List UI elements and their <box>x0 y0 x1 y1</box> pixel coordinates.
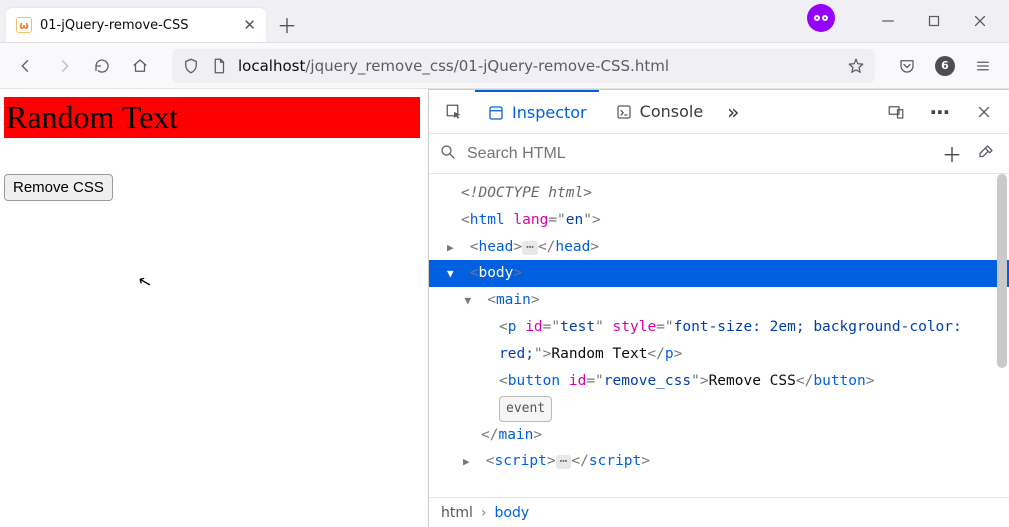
tab-inspector[interactable]: Inspector <box>475 90 599 133</box>
bookmark-star-icon[interactable] <box>847 57 865 75</box>
tab-console-label: Console <box>640 102 704 121</box>
window-controls <box>807 0 1003 42</box>
scrollbar[interactable] <box>997 174 1007 368</box>
search-icon <box>439 143 457 165</box>
forward-button[interactable] <box>48 50 80 82</box>
head-node[interactable]: ▶ <head>⋯</head> <box>429 234 1009 261</box>
title-bar: ω 01-jQuery-remove-CSS ✕ ＋ <box>0 0 1009 43</box>
extension-icon[interactable] <box>807 4 835 32</box>
breadcrumb-html[interactable]: html <box>441 505 473 521</box>
html-node[interactable]: <html lang="en"> <box>429 207 1009 234</box>
new-tab-button[interactable]: ＋ <box>272 9 302 39</box>
dom-tree[interactable]: <!DOCTYPE html> <html lang="en"> ▶ <head… <box>429 174 1009 497</box>
url-path: /jquery_remove_css/01-jQuery-remove-CSS.… <box>305 57 669 75</box>
breadcrumb-body[interactable]: body <box>495 505 530 521</box>
devtools-close-icon[interactable] <box>967 103 1001 121</box>
back-button[interactable] <box>10 50 42 82</box>
minimize-button[interactable] <box>865 0 911 42</box>
xampp-favicon-icon: ω <box>16 17 32 33</box>
document-icon <box>210 57 228 75</box>
close-tab-icon[interactable]: ✕ <box>243 16 256 34</box>
app-menu-icon[interactable] <box>967 50 999 82</box>
tabs-overflow-icon[interactable]: » <box>719 90 747 133</box>
body-node[interactable]: ▼ <body> <box>429 260 1009 287</box>
reload-button[interactable] <box>86 50 118 82</box>
responsive-design-icon[interactable] <box>879 103 913 121</box>
devtools-tabs: Inspector Console » ⋯ <box>429 90 1009 134</box>
element-picker-icon[interactable] <box>437 90 471 133</box>
close-window-button[interactable] <box>957 0 1003 42</box>
script-node[interactable]: ▶ <script>⋯</script> <box>429 448 1009 475</box>
tab-title: 01-jQuery-remove-CSS <box>40 18 235 33</box>
tab-console[interactable]: Console <box>603 90 716 133</box>
nav-toolbar: localhost/jquery_remove_css/01-jQuery-re… <box>0 43 1009 89</box>
browser-tab[interactable]: ω 01-jQuery-remove-CSS ✕ <box>6 8 266 42</box>
page-viewport: Random Text Remove CSS ↖ <box>0 89 428 527</box>
devtools-menu-icon[interactable]: ⋯ <box>923 100 957 124</box>
address-bar[interactable]: localhost/jquery_remove_css/01-jQuery-re… <box>172 49 875 83</box>
search-html-input[interactable] <box>465 144 931 164</box>
tab-inspector-label: Inspector <box>512 103 587 122</box>
url-host: localhost <box>238 57 305 75</box>
pocket-icon[interactable] <box>891 50 923 82</box>
button-node[interactable]: <button id="remove_css">Remove CSS</butt… <box>429 368 1009 395</box>
devtools-search-bar: ＋ <box>429 134 1009 174</box>
shield-icon <box>182 57 200 75</box>
remove-css-button[interactable]: Remove CSS <box>4 174 113 201</box>
p-node[interactable]: <p id="test" style="font-size: 2em; back… <box>429 314 1009 368</box>
chevron-right-icon: › <box>481 505 487 521</box>
devtools-panel: Inspector Console » ⋯ ＋ <box>428 89 1009 527</box>
eyedropper-icon[interactable] <box>973 142 999 166</box>
home-button[interactable] <box>124 50 156 82</box>
add-node-icon[interactable]: ＋ <box>939 139 965 168</box>
random-text-paragraph: Random Text <box>4 97 420 138</box>
doctype-node[interactable]: <!DOCTYPE html> <box>461 185 592 201</box>
main-close-node[interactable]: </main> <box>429 422 1009 449</box>
content-area: Random Text Remove CSS ↖ Inspector Conso… <box>0 89 1009 527</box>
breadcrumb: html › body <box>429 497 1009 527</box>
event-badge[interactable]: event <box>429 395 1009 422</box>
main-node[interactable]: ▼ <main> <box>429 287 1009 314</box>
account-icon[interactable]: 6 <box>929 50 961 82</box>
cursor-icon: ↖ <box>136 271 154 293</box>
maximize-button[interactable] <box>911 0 957 42</box>
url-text: localhost/jquery_remove_css/01-jQuery-re… <box>238 57 669 75</box>
